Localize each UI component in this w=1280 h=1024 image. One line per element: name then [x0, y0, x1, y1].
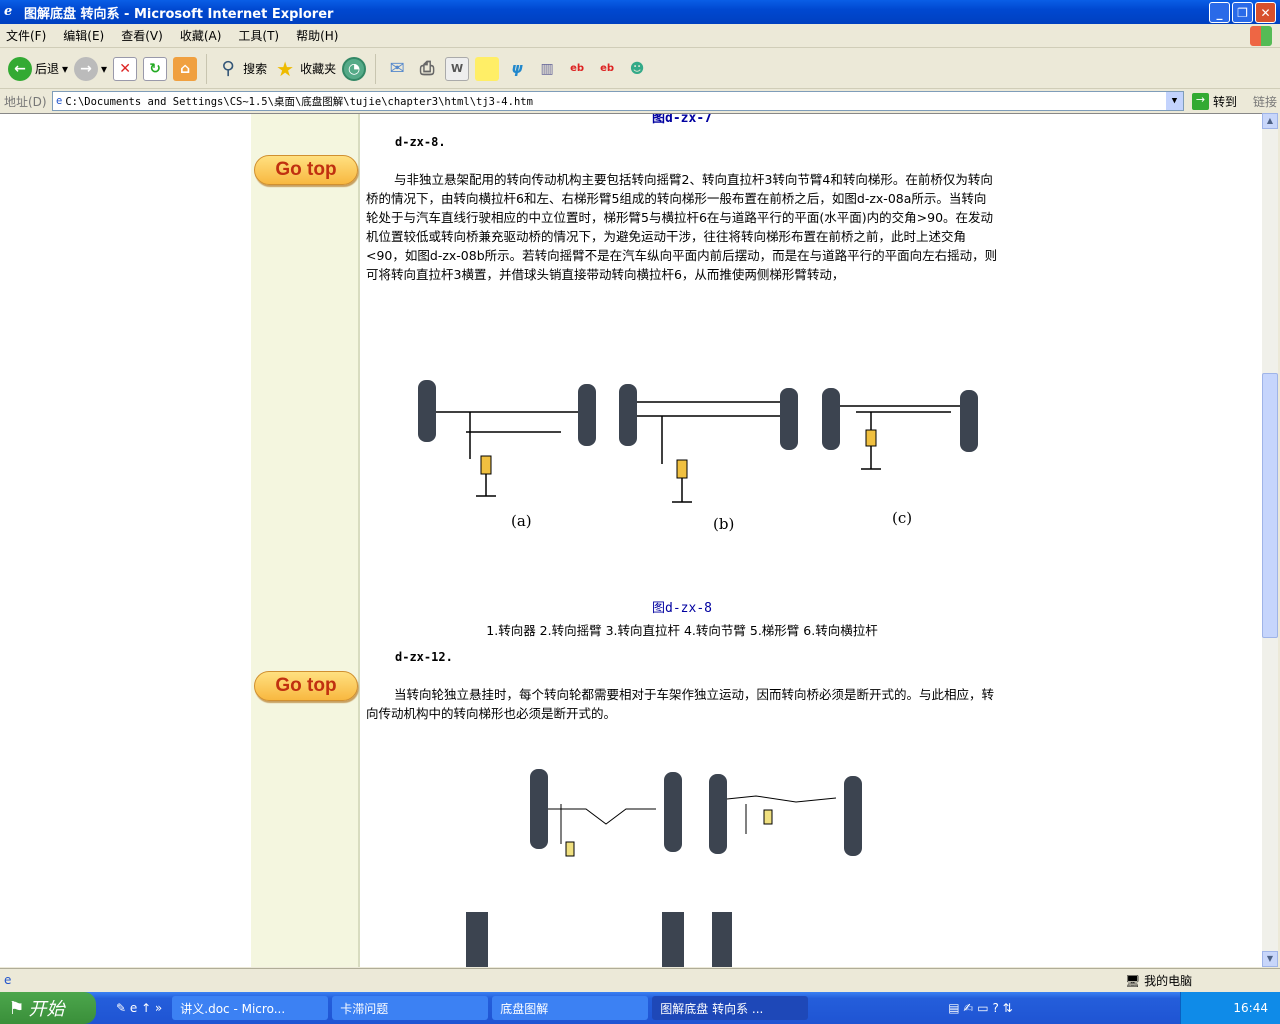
clock: 16:44	[1233, 1001, 1268, 1015]
subfigure-c-label: (c)	[892, 509, 912, 527]
star-icon: ★	[276, 56, 295, 81]
subfigure-a-label: (a)	[511, 512, 532, 530]
search-label: 搜索	[243, 62, 268, 76]
windows-logo-icon	[1250, 26, 1272, 46]
close-button[interactable]: ✕	[1255, 2, 1276, 23]
forward-arrow-icon: →	[74, 56, 99, 81]
start-label: 开始	[28, 999, 65, 1020]
status-bar: e 🖥 我的电脑	[0, 968, 1280, 990]
go-button[interactable]: → 转到	[1192, 92, 1238, 110]
print-icon[interactable]: ⎙	[415, 57, 439, 81]
linkage-lines	[436, 401, 960, 503]
address-url: C:\Documents and Settings\CS~1.5\桌面\底盘图解…	[65, 95, 533, 108]
windows-flag-icon: ⚑	[10, 997, 24, 1019]
address-label: 地址(D)	[4, 94, 47, 109]
subfigure-b-label: (b)	[713, 515, 734, 533]
figure-legend: 1.转向器 2.转向摇臂 3.转向直拉杆 4.转向节臂 5.梯形臂 6.转向横拉…	[486, 623, 878, 638]
address-dropdown[interactable]: ▼	[1166, 92, 1183, 110]
address-bar: 地址(D) e C:\Documents and Settings\CS~1.5\…	[0, 89, 1280, 113]
figure-caption: 图d-zx-8	[652, 601, 712, 616]
page-status-icon: e	[4, 972, 12, 987]
maximize-button[interactable]: ❐	[1232, 2, 1253, 23]
task-ie-window[interactable]: 图解底盘 转向系 ...	[652, 996, 809, 1020]
independent-suspension-diagram	[466, 769, 862, 967]
msn-icon[interactable]: ψ	[505, 57, 529, 81]
note-icon[interactable]	[475, 56, 500, 81]
menu-help[interactable]: 帮助(H)	[296, 27, 338, 44]
links-button[interactable]: 链接	[1253, 93, 1277, 110]
scroll-up-button[interactable]: ▲	[1262, 113, 1278, 129]
menu-favorites[interactable]: 收藏(A)	[180, 27, 222, 44]
task-word-doc[interactable]: 讲义.doc - Micro...	[172, 996, 329, 1020]
vertical-scrollbar[interactable]: ▲ ▼	[1262, 113, 1278, 967]
research-icon[interactable]: ▥	[535, 57, 559, 81]
search-icon: ⚲	[221, 58, 235, 79]
task-folder-1[interactable]: 卡滞问题	[332, 996, 489, 1020]
start-button[interactable]: ⚑ 开始	[0, 992, 96, 1024]
refresh-icon[interactable]: ↻	[143, 56, 168, 81]
section-paragraph-2: 当转向轮独立悬挂时，每个转向轮都需要相对于车架作独立运动，因而转向桥必须是断开式…	[366, 687, 995, 721]
go-arrow-icon: →	[1192, 92, 1209, 110]
steering-linkage-diagram: (a) (b) (c)	[418, 380, 978, 533]
zone-label: 我的电脑	[1144, 974, 1193, 988]
messenger-icon[interactable]: ☻	[625, 57, 649, 81]
prev-figure-caption: 图d-zx-7	[652, 113, 712, 126]
scroll-down-button[interactable]: ▼	[1262, 951, 1278, 967]
search-button[interactable]: ⚲ 搜索	[216, 57, 267, 81]
task-folder-2[interactable]: 底盘图解	[492, 996, 649, 1020]
window-title: 图解底盘 转向系 - Microsoft Internet Explorer	[24, 6, 334, 22]
scroll-thumb[interactable]	[1262, 373, 1278, 638]
menu-bar: 文件(F) 编辑(E) 查看(V) 收藏(A) 工具(T) 帮助(H)	[0, 24, 1280, 48]
back-button[interactable]: ← 后退 ▾	[8, 56, 68, 81]
stop-icon[interactable]: ✕	[113, 56, 138, 81]
system-tray: 16:44	[1180, 992, 1280, 1024]
tray-icons[interactable]: ▤ ✍ ▭ ? ⇅	[948, 1001, 1012, 1015]
page-icon: e	[56, 95, 63, 107]
go-top-button-2[interactable]: Go top	[254, 671, 358, 701]
favorites-button[interactable]: ★ 收藏夹	[273, 57, 336, 81]
menu-file[interactable]: 文件(F)	[6, 27, 46, 44]
home-icon[interactable]: ⌂	[173, 56, 198, 81]
toolbar-divider	[375, 53, 377, 84]
back-arrow-icon: ←	[8, 56, 32, 81]
steering-gear-boxes	[480, 429, 877, 479]
section-paragraph: 与非独立悬架配用的转向传动机构主要包括转向摇臂2、转向直拉杆3转向节臂4和转向梯…	[366, 172, 998, 282]
history-icon[interactable]: ◔	[342, 56, 367, 81]
title-bar: e 图解底盘 转向系 - Microsoft Internet Explorer…	[0, 0, 1280, 24]
section-heading: d-zx-8.	[395, 135, 446, 149]
go-top-button[interactable]: Go top	[254, 155, 358, 185]
taskbar: ⚑ 开始 ✎ e ↑ » 讲义.doc - Micro... 卡滞问题 底盘图解 …	[0, 992, 1280, 1024]
section-heading-2: d-zx-12.	[395, 650, 453, 664]
back-label: 后退	[35, 62, 60, 76]
menu-tools[interactable]: 工具(T)	[238, 27, 279, 44]
page-content: Go top Go top 图d-zx-7 d-zx-8. 与非独立悬架配用的转…	[0, 113, 1262, 967]
forward-button[interactable]: → ▾	[74, 56, 107, 81]
go-label: 转到	[1213, 94, 1238, 109]
ebay-icon-2[interactable]: eb	[595, 57, 619, 81]
favorites-label: 收藏夹	[300, 62, 337, 76]
ebay-icon[interactable]: eb	[565, 57, 589, 81]
mail-icon[interactable]: ✉	[385, 57, 409, 81]
menu-edit[interactable]: 编辑(E)	[63, 27, 104, 44]
word-edit-icon[interactable]: W	[445, 56, 470, 81]
menu-view[interactable]: 查看(V)	[121, 27, 163, 44]
toolbar: ← 后退 ▾ → ▾ ✕ ↻ ⌂ ⚲ 搜索 ★ 收藏夹 ◔ ✉ ⎙ W ψ ▥ eb …	[0, 49, 1280, 89]
ie-icon: e	[4, 4, 13, 19]
quick-launch[interactable]: ✎ e ↑ »	[116, 1001, 162, 1015]
toolbar-divider	[206, 53, 208, 84]
zone-indicator: 🖥 我的电脑	[1125, 972, 1192, 989]
side-band	[251, 114, 360, 967]
computer-icon: 🖥	[1125, 974, 1141, 988]
minimize-button[interactable]: _	[1209, 2, 1230, 23]
address-input[interactable]: e C:\Documents and Settings\CS~1.5\桌面\底盘图…	[52, 91, 1184, 111]
